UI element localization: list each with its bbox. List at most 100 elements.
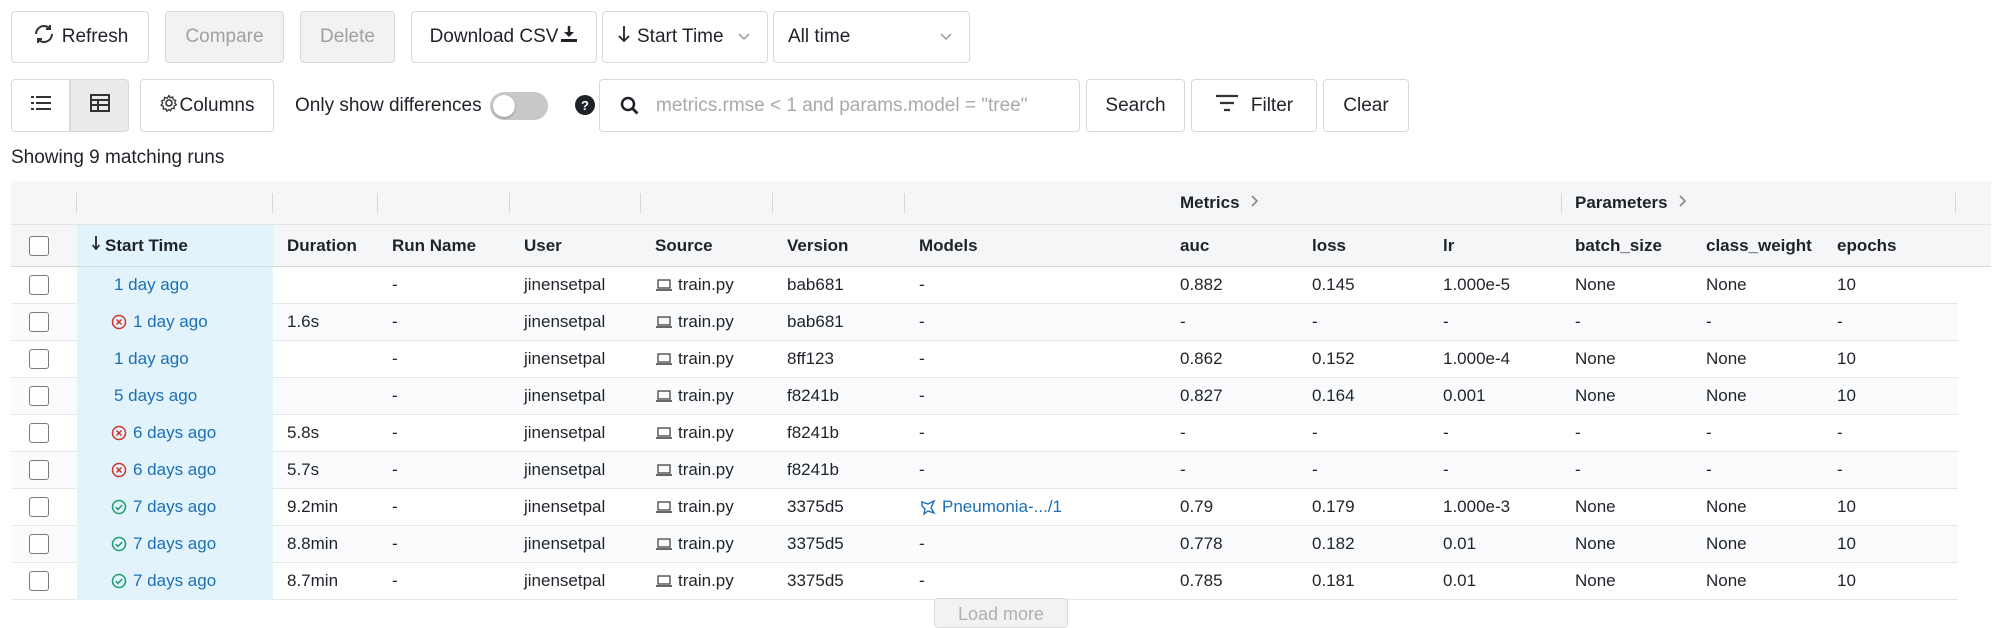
col-models[interactable]: Models — [905, 225, 978, 266]
run-start-time-link[interactable]: 7 days ago — [133, 571, 216, 591]
cell-models: - — [905, 304, 925, 340]
cell-text: 3375d5 — [787, 571, 844, 590]
row-checkbox[interactable] — [29, 349, 49, 369]
delete-button[interactable]: Delete — [300, 11, 395, 63]
row-checkbox[interactable] — [29, 312, 49, 332]
cell-text: - — [392, 423, 398, 442]
col-duration[interactable]: Duration — [273, 225, 357, 266]
chevron-down-icon — [939, 27, 953, 53]
model-link[interactable]: Pneumonia-.../1 — [905, 489, 1062, 525]
table-row[interactable]: 7 days ago 8.7min - jinensetpal train.py 3375… — [11, 563, 1958, 600]
col-loss[interactable]: loss — [1298, 225, 1346, 266]
cell-text: jinensetpal — [524, 571, 606, 590]
cell-loss: - — [1298, 415, 1318, 451]
row-checkbox[interactable] — [29, 386, 49, 406]
cell-loss: 0.145 — [1298, 267, 1355, 303]
row-checkbox[interactable] — [29, 460, 49, 480]
search-box — [599, 79, 1080, 132]
time-range-select[interactable]: All time — [773, 11, 970, 63]
cell-text: - — [1575, 423, 1581, 442]
filter-button[interactable]: Filter — [1191, 79, 1317, 132]
table-view-button[interactable] — [70, 79, 129, 132]
table-row[interactable]: 1 day ago - jinensetpal train.py bab681 - 0.88… — [11, 267, 1958, 304]
cell-version: bab681 — [773, 267, 844, 303]
cell-version: 3375d5 — [773, 526, 844, 562]
cell-version: f8241b — [773, 415, 839, 451]
cell-text: jinensetpal — [524, 386, 606, 405]
cell-source: train.py — [641, 489, 734, 525]
cell-text: 1.000e-3 — [1443, 497, 1511, 516]
cell-text: - — [1312, 312, 1318, 331]
row-checkbox[interactable] — [29, 423, 49, 443]
cell-loss: 0.179 — [1298, 489, 1355, 525]
table-row[interactable]: 7 days ago 8.8min - jinensetpal train.py 3375… — [11, 526, 1958, 563]
cell-text: 0.79 — [1180, 497, 1214, 516]
row-checkbox[interactable] — [29, 534, 49, 554]
cell-text: - — [392, 312, 398, 331]
cell-user: jinensetpal — [510, 526, 605, 562]
row-checkbox[interactable] — [29, 275, 49, 295]
search-button[interactable]: Search — [1086, 79, 1185, 132]
run-start-time-link[interactable]: 5 days ago — [114, 386, 197, 406]
sort-select[interactable]: Start Time — [602, 11, 768, 63]
row-checkbox[interactable] — [29, 571, 49, 591]
cell-text: jinensetpal — [524, 460, 606, 479]
columns-button[interactable]: Columns — [140, 79, 274, 132]
run-start-time-link[interactable]: 6 days ago — [133, 460, 216, 480]
table-row[interactable]: 5 days ago - jinensetpal train.py f8241b - 0.8… — [11, 378, 1958, 415]
cell-auc: - — [1166, 415, 1186, 451]
col-class-weight[interactable]: class_weight — [1692, 225, 1812, 266]
cell-version: f8241b — [773, 452, 839, 488]
col-epochs[interactable]: epochs — [1823, 225, 1897, 266]
col-run-name[interactable]: Run Name — [378, 225, 476, 266]
cell-user: jinensetpal — [510, 563, 605, 599]
cell-duration: 9.2min — [273, 489, 338, 525]
cell-text: bab681 — [787, 275, 844, 294]
select-all-checkbox[interactable] — [29, 235, 49, 256]
search-input[interactable] — [654, 93, 1054, 118]
table-row[interactable]: 7 days ago 9.2min - jinensetpal train.py 3375… — [11, 489, 1958, 526]
cell-class-weight: - — [1692, 415, 1712, 451]
cell-text: jinensetpal — [524, 349, 606, 368]
download-csv-button[interactable]: Download CSV — [411, 11, 597, 63]
cell-epochs: 10 — [1823, 526, 1856, 562]
col-user[interactable]: User — [510, 225, 562, 266]
cell-lr: 0.01 — [1429, 563, 1476, 599]
cell-run-name: - — [378, 489, 398, 525]
col-start-time[interactable]: Start Time — [77, 225, 273, 266]
only-differences-toggle[interactable] — [490, 92, 548, 120]
row-checkbox[interactable] — [29, 497, 49, 517]
help-icon[interactable]: ? — [575, 95, 595, 115]
cell-auc: 0.79 — [1166, 489, 1213, 525]
run-start-time-link[interactable]: 7 days ago — [133, 497, 216, 517]
cell-batch-size: - — [1561, 415, 1581, 451]
cell-text: 0.785 — [1180, 571, 1223, 590]
run-start-time-link[interactable]: 1 day ago — [133, 312, 208, 332]
metrics-group-header[interactable]: Metrics — [1166, 181, 1260, 224]
cell-auc: 0.882 — [1166, 267, 1223, 303]
table-row[interactable]: 6 days ago 5.7s - jinensetpal train.py f8241b… — [11, 452, 1958, 489]
chevron-right-icon — [1678, 193, 1688, 213]
run-start-time-link[interactable]: 7 days ago — [133, 534, 216, 554]
run-start-time-link[interactable]: 6 days ago — [133, 423, 216, 443]
run-start-time-link[interactable]: 1 day ago — [114, 349, 189, 369]
table-row[interactable]: 1 day ago 1.6s - jinensetpal train.py bab681 -… — [11, 304, 1958, 341]
parameters-group-header[interactable]: Parameters — [1561, 181, 1688, 224]
col-batch-size[interactable]: batch_size — [1561, 225, 1662, 266]
col-version[interactable]: Version — [773, 225, 848, 266]
list-view-button[interactable] — [11, 79, 70, 132]
table-row[interactable]: 1 day ago - jinensetpal train.py 8ff123 - 0.86… — [11, 341, 1958, 378]
compare-button[interactable]: Compare — [165, 11, 284, 63]
refresh-button[interactable]: Refresh — [11, 11, 149, 63]
cell-models: - — [905, 415, 925, 451]
cell-text: 8.7min — [287, 571, 339, 590]
col-source[interactable]: Source — [641, 225, 713, 266]
load-more-button[interactable]: Load more — [934, 598, 1068, 628]
run-start-time-link[interactable]: 1 day ago — [114, 275, 189, 295]
gear-icon — [159, 93, 178, 118]
compare-label: Compare — [185, 26, 264, 47]
clear-button[interactable]: Clear — [1323, 79, 1409, 132]
col-lr[interactable]: lr — [1429, 225, 1454, 266]
table-row[interactable]: 6 days ago 5.8s - jinensetpal train.py f8241b… — [11, 415, 1958, 452]
col-auc[interactable]: auc — [1166, 225, 1209, 266]
